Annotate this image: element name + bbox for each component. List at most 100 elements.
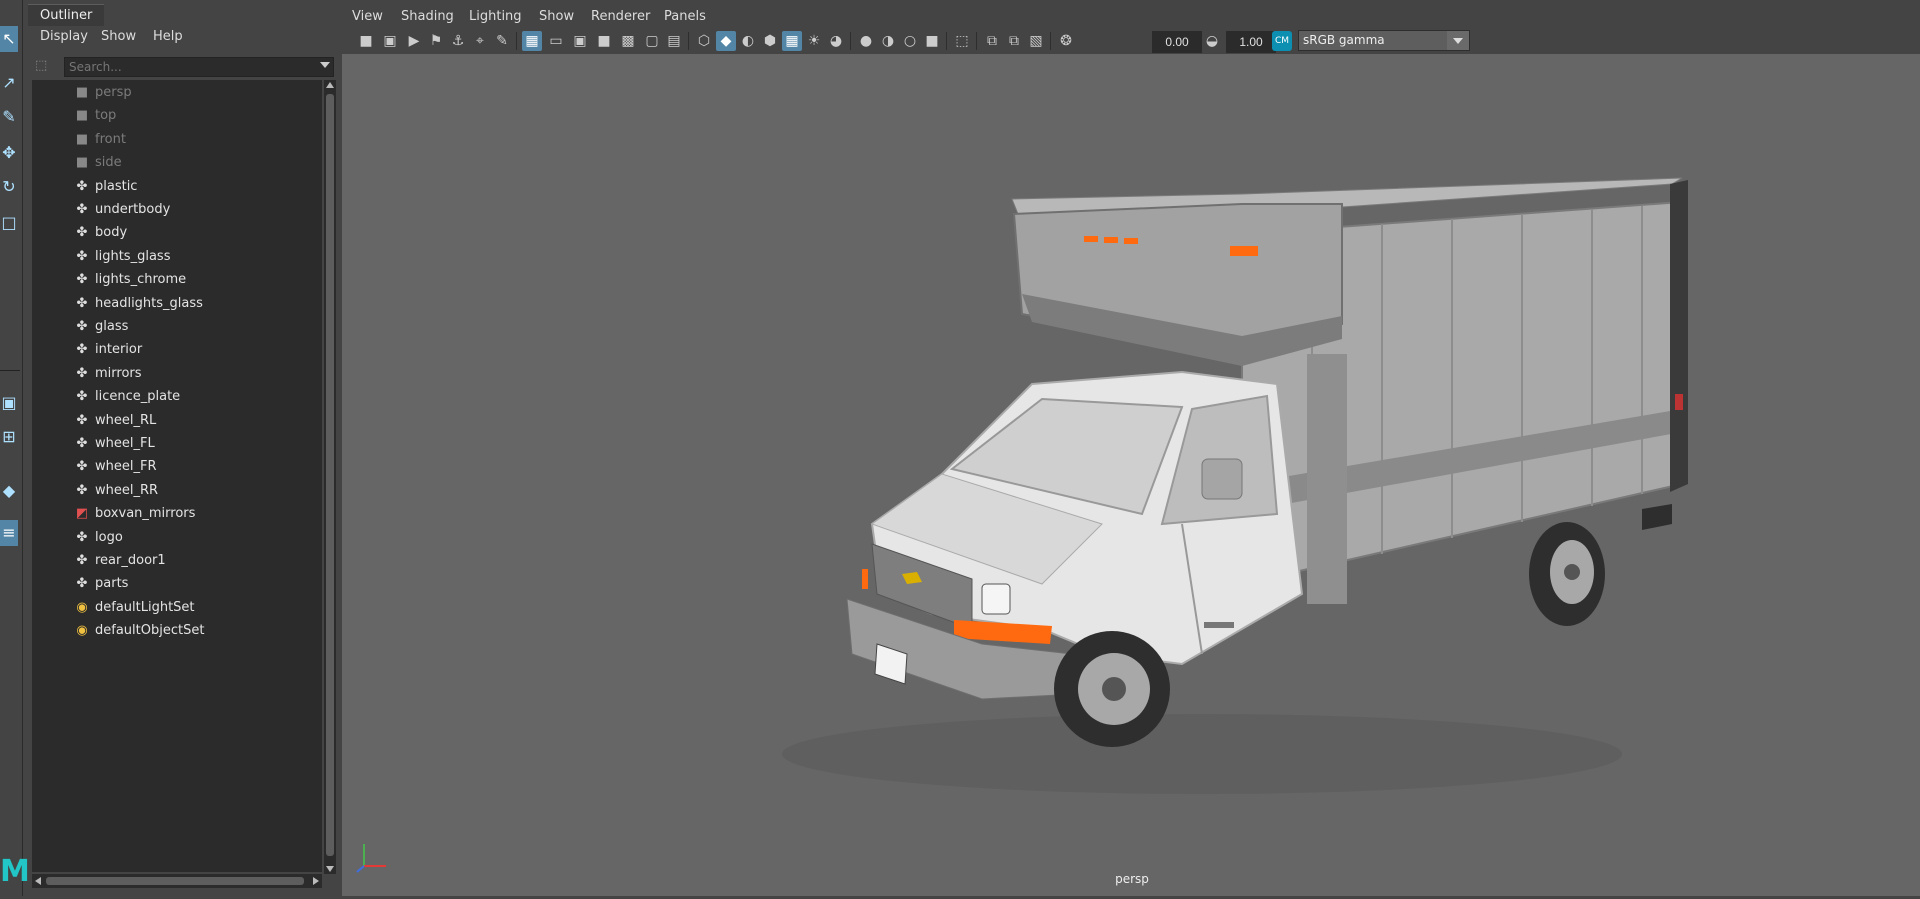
xray-joints-icon[interactable]: ⧉ [1004, 31, 1024, 51]
use-lights-icon[interactable]: ☀ [804, 31, 824, 51]
horizontal-scroll-thumb[interactable] [46, 877, 304, 885]
xray-components-icon[interactable]: ▧ [1026, 31, 1046, 51]
search-input[interactable] [64, 57, 334, 77]
rotate-tool-icon[interactable]: ↻ [0, 174, 18, 200]
outliner-item-glass[interactable]: ✤ glass [32, 316, 322, 339]
outliner-tab[interactable]: Outliner [28, 4, 105, 27]
menu-display[interactable]: Display [40, 29, 88, 44]
layout-side-icon[interactable]: ◆ [0, 478, 18, 504]
anti-aliasing-icon[interactable]: ○ [900, 31, 920, 51]
vertical-scroll-thumb[interactable] [326, 94, 334, 856]
outliner-item-rear-door1[interactable]: ✤ rear_door1 [32, 550, 322, 573]
menu-renderer[interactable]: Renderer [591, 9, 650, 24]
depth-of-field-icon[interactable]: ■ [922, 31, 942, 51]
outliner-item-wheel-fr[interactable]: ✤ wheel_FR [32, 456, 322, 479]
outliner-item-front[interactable]: ■ front [32, 129, 322, 152]
gamma-field[interactable] [1226, 31, 1276, 53]
search-options-dropdown-icon[interactable] [320, 62, 330, 68]
scroll-right-arrow-icon[interactable] [313, 877, 319, 885]
motion-blur-icon[interactable]: ◑ [878, 31, 898, 51]
outliner-menubar: Display Show Help [28, 26, 338, 50]
camera-attributes-icon[interactable]: ▣ [380, 31, 400, 51]
menu-lighting[interactable]: Lighting [469, 9, 522, 24]
outliner-item-plastic[interactable]: ✤ plastic [32, 176, 322, 199]
outliner-item-wheel-rr[interactable]: ✤ wheel_RR [32, 480, 322, 503]
wireframe-icon[interactable]: ⬡ [694, 31, 714, 51]
3d-viewport-canvas[interactable]: persp [342, 54, 1920, 896]
outliner-item-persp[interactable]: ■ persp [32, 82, 322, 105]
outliner-item-parts[interactable]: ✤ parts [32, 573, 322, 596]
field-chart-icon[interactable]: ▩ [618, 31, 638, 51]
view-transform-select[interactable]: sRGB gamma [1298, 30, 1470, 51]
outliner-item-lights-chrome[interactable]: ✤ lights_chrome [32, 269, 322, 292]
horizontal-scrollbar[interactable] [32, 874, 322, 888]
filter-icon[interactable]: ⬚ [35, 58, 51, 74]
gamma-icon[interactable]: ◒ [1202, 31, 1222, 51]
lasso-tool-icon[interactable]: ↗ [0, 70, 18, 96]
outliner-item-top[interactable]: ■ top [32, 105, 322, 128]
outliner-item-side[interactable]: ■ side [32, 152, 322, 175]
paint-select-tool-icon[interactable]: ✎ [0, 104, 18, 130]
layout-four-icon[interactable]: ⊞ [0, 424, 18, 450]
scroll-left-arrow-icon[interactable] [35, 877, 41, 885]
bookmark-icon[interactable]: ⚑ [426, 31, 446, 51]
truck-model[interactable] [342, 54, 1920, 896]
outliner-item-logo[interactable]: ✤ logo [32, 527, 322, 550]
move-tool-icon[interactable]: ✥ [0, 140, 18, 166]
smooth-shade-icon[interactable]: ◆ [716, 31, 736, 51]
menu-shading[interactable]: Shading [401, 9, 454, 24]
menu-show[interactable]: Show [539, 9, 574, 24]
resolution-gate-icon[interactable]: ▣ [570, 31, 590, 51]
camera-select-icon[interactable]: ■ [356, 31, 376, 51]
menu-help[interactable]: Help [153, 29, 183, 44]
textured-icon[interactable]: ▦ [782, 31, 802, 51]
wireframe-on-shaded-icon[interactable]: ⬢ [760, 31, 780, 51]
camera-bookmark-icon[interactable]: ▶ [404, 31, 424, 51]
outliner-item-wheel-rl[interactable]: ✤ wheel_RL [32, 410, 322, 433]
group-icon: ✤ [76, 178, 88, 194]
layout-outliner-icon[interactable]: ≡ [0, 520, 18, 546]
safe-title-icon[interactable]: ▤ [664, 31, 684, 51]
outliner-item-undertbody[interactable]: ✤ undertbody [32, 199, 322, 222]
layout-single-icon[interactable]: ▣ [0, 390, 18, 416]
scroll-down-arrow-icon[interactable] [326, 866, 334, 872]
outliner-item-headlights-glass[interactable]: ✤ headlights_glass [32, 293, 322, 316]
ambient-occlusion-icon[interactable]: ● [856, 31, 876, 51]
outliner-item-boxvan-mirrors[interactable]: ◩ boxvan_mirrors [32, 503, 322, 526]
maya-logo-icon: M [0, 854, 30, 889]
menu-panels[interactable]: Panels [664, 9, 706, 24]
exposure-field[interactable] [1152, 31, 1202, 53]
menu-view[interactable]: View [352, 9, 383, 24]
scale-tool-icon[interactable]: □ [0, 210, 18, 236]
vertical-scrollbar[interactable] [324, 80, 336, 874]
outliner-item-licence-plate[interactable]: ✤ licence_plate [32, 386, 322, 409]
outliner-item-lights-glass[interactable]: ✤ lights_glass [32, 246, 322, 269]
chevron-down-icon[interactable] [1447, 31, 1469, 50]
grid-icon[interactable]: ▦ [522, 31, 542, 51]
xray-icon[interactable]: ⧉ [982, 31, 1002, 51]
gate-mask-icon[interactable]: ■ [594, 31, 614, 51]
isolate-select-icon[interactable]: ⬚ [952, 31, 972, 51]
image-plane-icon[interactable]: ⚓ [448, 31, 468, 51]
safe-action-icon[interactable]: ▢ [642, 31, 662, 51]
grease-pencil-icon[interactable]: ✎ [492, 31, 512, 51]
2d-pan-zoom-icon[interactable]: ⌖ [470, 31, 490, 51]
toolbox: ↖ ↗ ✎ ✥ ↻ □ ▣ ⊞ ◆ ≡ M [0, 0, 30, 896]
default-material-icon[interactable]: ◐ [738, 31, 758, 51]
group-icon: ✤ [76, 295, 88, 311]
outliner-item-mirrors[interactable]: ✤ mirrors [32, 363, 322, 386]
outliner-item-body[interactable]: ✤ body [32, 222, 322, 245]
select-tool-icon[interactable]: ↖ [0, 26, 18, 52]
film-gate-icon[interactable]: ▭ [546, 31, 566, 51]
outliner-item-defaultobjectset[interactable]: ◉ defaultObjectSet [32, 620, 322, 643]
outliner-item-label: plastic [95, 178, 138, 194]
color-management-icon[interactable]: CM [1272, 31, 1292, 51]
shadows-icon[interactable]: ◕ [826, 31, 846, 51]
outliner-item-wheel-fl[interactable]: ✤ wheel_FL [32, 433, 322, 456]
scroll-up-arrow-icon[interactable] [326, 82, 334, 88]
menu-show[interactable]: Show [101, 29, 136, 44]
exposure-icon[interactable]: ❂ [1056, 31, 1076, 51]
outliner-item-defaultlightset[interactable]: ◉ defaultLightSet [32, 597, 322, 620]
group-icon: ✤ [76, 576, 88, 592]
outliner-item-interior[interactable]: ✤ interior [32, 339, 322, 362]
